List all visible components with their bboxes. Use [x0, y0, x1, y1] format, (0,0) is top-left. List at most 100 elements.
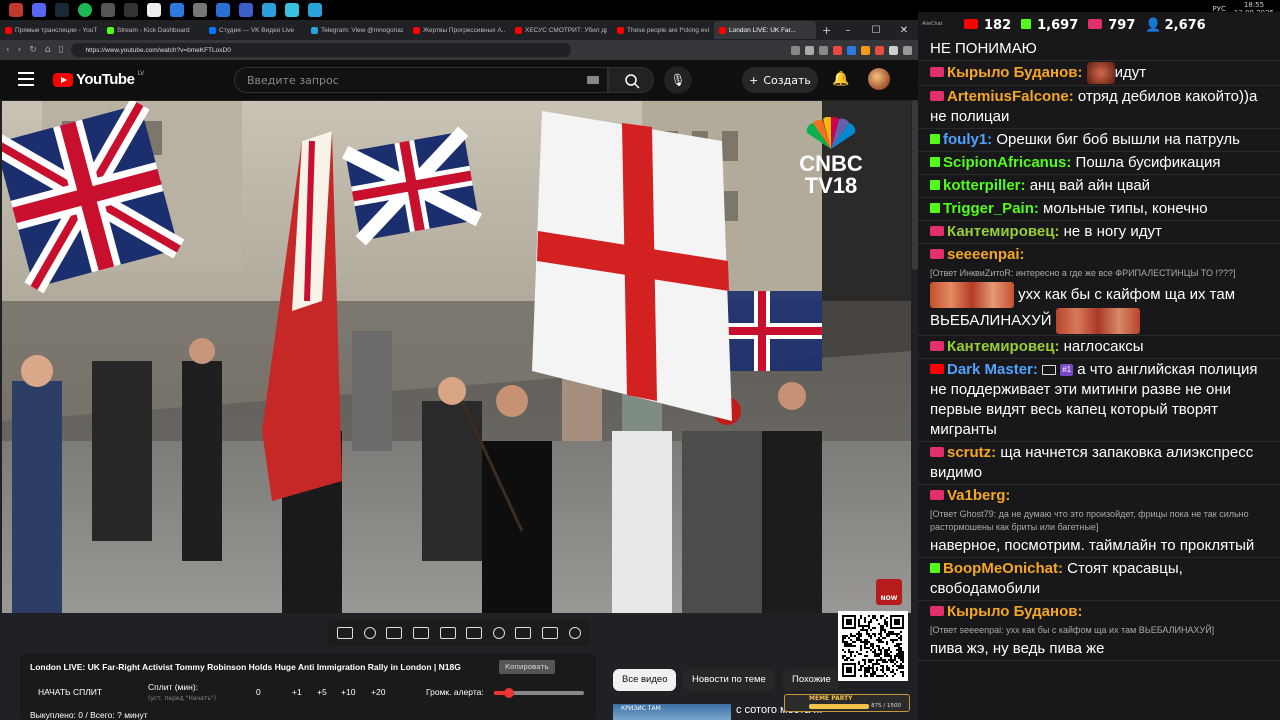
- kick-badge-icon: [930, 134, 940, 145]
- profile-icon[interactable]: [903, 45, 912, 55]
- notifications-icon[interactable]: 🔔: [832, 71, 849, 87]
- settings-icon[interactable]: [568, 627, 581, 639]
- player-controls: [328, 620, 590, 646]
- chat-nick[interactable]: Trigger_Pain:: [943, 200, 1039, 217]
- app-icon-3[interactable]: [216, 3, 230, 17]
- chat-nick[interactable]: BoopMeOnichat:: [943, 560, 1063, 577]
- discord-icon[interactable]: [32, 3, 46, 17]
- search-button[interactable]: [608, 67, 654, 93]
- subtitles-icon[interactable]: [386, 627, 403, 639]
- browser-tab[interactable]: Прямые трансляции - YouTube: [0, 21, 102, 39]
- app-icon[interactable]: [101, 3, 115, 17]
- browser-tab[interactable]: Студия — VK Видео Live: [204, 21, 306, 39]
- chat-text: наглосаксы: [1063, 338, 1144, 355]
- meme-party-widget: MEME PARTY 875 / 1500: [784, 694, 910, 712]
- mic-icon[interactable]: 🎙: [664, 66, 692, 94]
- ext-icon-3[interactable]: [861, 45, 870, 55]
- chip-all-videos[interactable]: Все видео: [613, 669, 677, 691]
- forward-icon[interactable]: ›: [18, 45, 22, 55]
- browser-tab[interactable]: These people are f*cking evil: [612, 21, 714, 39]
- chat-nick[interactable]: Dark Master:: [947, 361, 1038, 378]
- split-value-10[interactable]: +10: [341, 687, 355, 697]
- chip-related-news[interactable]: Новости по теме: [683, 669, 775, 691]
- copy-button[interactable]: Копировать: [499, 660, 555, 674]
- split-value-20[interactable]: +20: [371, 687, 385, 697]
- bookmark-icon[interactable]: ▯: [58, 45, 63, 55]
- speed-icon[interactable]: [492, 627, 505, 639]
- folder-icon[interactable]: [170, 3, 184, 17]
- ext-icon-4[interactable]: [875, 45, 884, 55]
- minimize-icon[interactable]: –: [834, 25, 862, 36]
- maximize-icon[interactable]: ☐: [862, 25, 890, 36]
- chat-nick[interactable]: kotterpiller:: [943, 177, 1026, 194]
- menu-icon[interactable]: [18, 72, 34, 86]
- alert-volume-thumb[interactable]: [504, 688, 515, 698]
- chat-nick[interactable]: ScipionAfricanus:: [943, 154, 1071, 171]
- app-icon-4[interactable]: [285, 3, 299, 17]
- pip-icon[interactable]: [439, 627, 456, 639]
- split-value-1[interactable]: +1: [292, 687, 302, 697]
- chat-nick[interactable]: scrutz:: [947, 444, 996, 461]
- chat-message: ArtemiusFalcone: отряд дебилов какойто))…: [918, 86, 1280, 129]
- meme-party-bar: [809, 704, 869, 709]
- chat-nick[interactable]: seeeenpai:: [947, 246, 1025, 263]
- split-value-0[interactable]: 0: [256, 687, 261, 697]
- info-panel: London LIVE: UK Far-Right Activist Tommy…: [20, 654, 596, 720]
- browser-tab[interactable]: Stream - Kick Dashboard: [102, 21, 204, 39]
- split-value-5[interactable]: +5: [317, 687, 327, 697]
- start-split-button[interactable]: НАЧАТЬ СПЛИТ: [38, 687, 102, 697]
- shield-icon[interactable]: [819, 45, 828, 55]
- steam-icon[interactable]: [55, 3, 69, 17]
- chat-nick[interactable]: Кантемировец:: [947, 338, 1059, 355]
- yt-badge-icon: [930, 364, 944, 375]
- telegram-icon[interactable]: [262, 3, 276, 17]
- chat-nick[interactable]: Кырыло Буданов:: [947, 603, 1082, 620]
- create-button[interactable]: + Создать: [742, 67, 818, 93]
- chat-nick[interactable]: Va1berg:: [947, 487, 1010, 504]
- download-icon[interactable]: [889, 45, 898, 55]
- chip-similar[interactable]: Похожие: [783, 669, 839, 691]
- fullscreen-icon[interactable]: [466, 627, 483, 639]
- close-app-icon[interactable]: [147, 3, 161, 17]
- screen-icon[interactable]: [791, 45, 800, 55]
- reload-icon[interactable]: ↻: [29, 45, 37, 55]
- search-input[interactable]: Введите запрос: [234, 67, 608, 93]
- brave-browser-icon[interactable]: [9, 3, 23, 17]
- add-frame-icon[interactable]: [515, 627, 532, 639]
- loop-icon[interactable]: [337, 627, 354, 639]
- browser-tab[interactable]: Telegram: View @mnogonazi: [306, 21, 408, 39]
- chat-nick[interactable]: fouly1:: [943, 131, 992, 148]
- ext-icon-1[interactable]: [833, 45, 842, 55]
- browser-tab[interactable]: London LIVE: UK Far...: [714, 21, 816, 39]
- url-field[interactable]: https://www.youtube.com/watch?v=bmeKFTLo…: [71, 43, 572, 57]
- film-icon[interactable]: [413, 627, 430, 639]
- app-icon-2[interactable]: [193, 3, 207, 17]
- spotify-icon[interactable]: [78, 3, 92, 17]
- browser-tab[interactable]: Жертвы Прогрессивных А...: [408, 21, 510, 39]
- video-player[interactable]: CNBC TV18 NOW: [2, 101, 911, 613]
- ext-icon-2[interactable]: [847, 45, 856, 55]
- monitor-icon[interactable]: [124, 3, 138, 17]
- vk-badge-icon: [930, 490, 944, 501]
- chat-nick[interactable]: Кантемировец:: [947, 223, 1059, 240]
- close-icon[interactable]: ✕: [890, 25, 918, 36]
- crown-icon: [1042, 365, 1057, 376]
- obs-icon[interactable]: [239, 3, 253, 17]
- broadcast-icon[interactable]: [363, 627, 376, 639]
- split-hint: (уст. перед "Начать"): [148, 695, 216, 702]
- avatar[interactable]: [868, 68, 890, 90]
- chat-nick[interactable]: ArtemiusFalcone:: [947, 88, 1074, 105]
- emote-icon: [1055, 308, 1140, 334]
- browser-tab[interactable]: ХЕСУС СМОТРИТ: Убил дру...: [510, 21, 612, 39]
- back-icon[interactable]: ‹: [6, 45, 10, 55]
- recommended-thumbnail[interactable]: КРИЗИС ТАМ: [613, 704, 731, 720]
- home-icon[interactable]: ⌂: [45, 45, 51, 55]
- alert-volume-slider[interactable]: [494, 688, 584, 698]
- keyboard-icon[interactable]: [587, 76, 599, 84]
- share-icon[interactable]: [805, 45, 814, 55]
- youtube-logo[interactable]: YouTube LV: [53, 70, 144, 88]
- telegram-icon-2[interactable]: [308, 3, 322, 17]
- screenshot-icon[interactable]: [542, 627, 559, 639]
- chat-nick[interactable]: Кырыло Буданов:: [947, 64, 1082, 81]
- kick-viewers: 1,697: [1021, 18, 1078, 33]
